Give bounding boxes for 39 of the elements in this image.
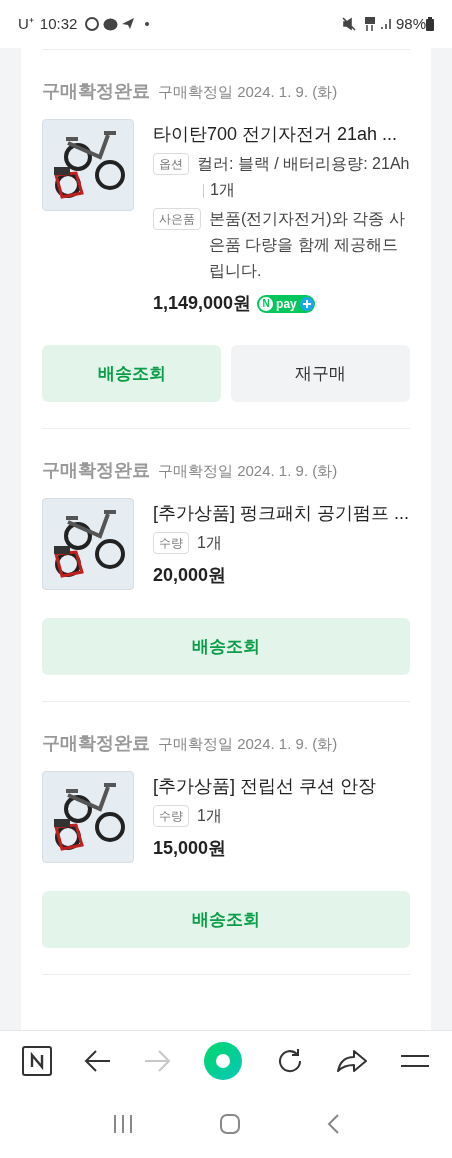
quantity-text: 1개 (210, 181, 235, 198)
naver-home-icon[interactable] (21, 1045, 52, 1076)
npay-badge: N pay (257, 294, 315, 313)
back-arrow-icon[interactable] (83, 1048, 112, 1073)
price-text: 20,000원 (153, 564, 227, 587)
detail-tag: 사은품 (153, 208, 201, 230)
order-date: 구매확정일 2024. 1. 9. (화) (158, 82, 338, 102)
detail-text: 1개 (197, 807, 222, 824)
signal-icon (379, 18, 394, 30)
order-date: 구매확정일 2024. 1. 9. (화) (158, 734, 338, 754)
order-status: 구매확정완료 (42, 80, 150, 103)
battery-icon (426, 17, 434, 31)
price-text: 15,000원 (153, 837, 227, 860)
order-status: 구매확정완료 (42, 732, 150, 755)
dot-icon (145, 22, 150, 26)
detail-text: 컬러: 블랙 / 배터리용량: 21Ah (197, 155, 410, 172)
price-text: 1,149,000원 (153, 292, 252, 315)
clock-text: 10:32 (39, 13, 78, 34)
plus-icon (302, 299, 311, 308)
carrier-text: U⁺ (18, 13, 34, 34)
detail-text: 1개 (197, 534, 222, 551)
network-5g-icon (363, 16, 376, 32)
paper-plane-icon (122, 18, 136, 30)
detail-text: 본품(전기자전거)와 각종 사은품 다량을 함께 제공해드립니다. (209, 210, 405, 279)
reorder-button[interactable]: 재구매 (231, 345, 410, 402)
product-title[interactable]: [추가상품] 전립선 쿠션 안장 (153, 772, 410, 800)
back-icon[interactable] (325, 1113, 340, 1135)
product-title[interactable]: [추가상품] 펑크패치 공기펌프 ... (153, 499, 410, 527)
battery-text: 98% (395, 13, 426, 34)
menu-icon[interactable] (400, 1052, 431, 1069)
order-status: 구매확정완료 (42, 459, 150, 482)
recent-apps-icon[interactable] (112, 1114, 135, 1134)
detail-tag: 수량 (153, 805, 189, 827)
product-title[interactable]: 타이탄700 전기자전거 21ah ... (153, 120, 410, 148)
order-date: 구매확정일 2024. 1. 9. (화) (158, 461, 338, 481)
detail-tag: 옵션 (153, 153, 189, 175)
detail-tag: 수량 (153, 532, 189, 554)
mute-icon (341, 17, 356, 31)
home-icon[interactable] (219, 1113, 241, 1135)
